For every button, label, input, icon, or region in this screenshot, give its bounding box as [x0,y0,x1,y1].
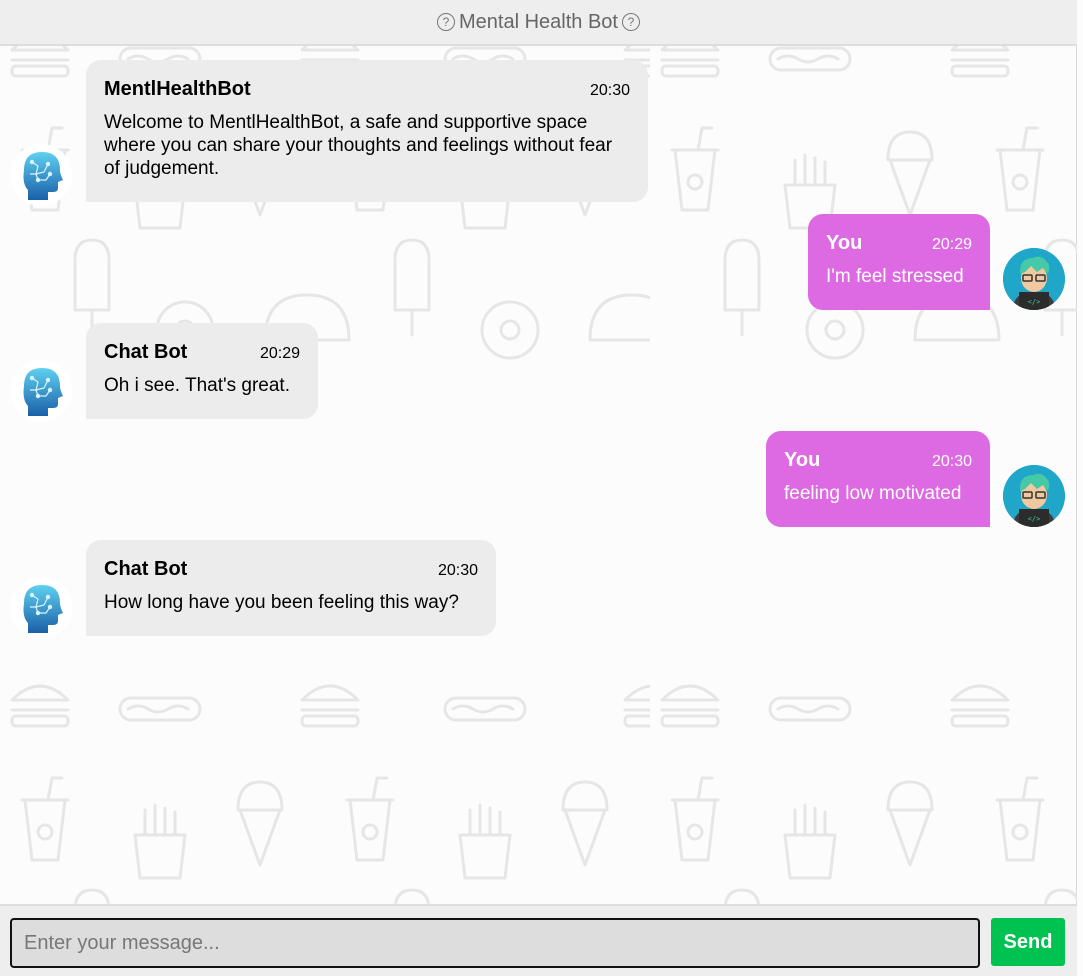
send-button[interactable]: Send [991,918,1065,966]
user-avatar: </> [1003,248,1065,310]
message-sender: You [784,449,821,471]
brain-head-icon [23,368,63,416]
message-time: 20:29 [931,236,972,253]
bot-message: Chat Bot 20:30 How long have you been fe… [86,540,496,636]
user-message: You 20:29 I'm feel stressed [808,214,990,310]
user-avatar: </> [1003,465,1065,527]
message-text: feeling low motivated [784,483,962,504]
coder-avatar-icon: </> [1003,248,1065,310]
chat-window: ? Mental Health Bot ? MentlHealthBot 20:… [0,0,1077,976]
message-text: Welcome to MentlHealthBot, a safe and su… [104,112,613,179]
page-title: Mental Health Bot [459,10,618,33]
message-list[interactable]: MentlHealthBot 20:30 Welcome to MentlHea… [0,46,1077,904]
message-time: 20:30 [437,562,478,579]
user-message: You 20:30 feeling low motivated [766,431,990,527]
bot-avatar [10,577,72,639]
brain-head-icon [23,585,63,633]
message-sender: You [826,232,863,254]
message-sender: MentlHealthBot [104,78,251,100]
help-icon: ? [437,13,455,31]
bot-message: Chat Bot 20:29 Oh i see. That's great. [86,323,318,419]
bot-avatar [10,360,72,422]
message-time: 20:30 [931,453,972,470]
composer: Send [0,904,1077,976]
message-sender: Chat Bot [104,341,188,363]
svg-text:</>: </> [1028,298,1041,306]
bot-avatar [10,144,72,206]
chat-header: ? Mental Health Bot ? [0,0,1077,46]
help-icon: ? [621,13,640,31]
message-text: I'm feel stressed [826,266,964,287]
message-time: 20:30 [589,82,630,99]
coder-avatar-icon: </> [1003,465,1065,527]
message-input[interactable] [10,918,980,968]
bot-message: MentlHealthBot 20:30 Welcome to MentlHea… [86,60,648,202]
brain-head-icon [23,152,63,200]
message-time: 20:29 [259,345,300,362]
svg-text:</>: </> [1028,515,1041,523]
message-sender: Chat Bot [104,558,188,580]
message-text: Oh i see. That's great. [104,375,290,396]
message-text: How long have you been feeling this way? [104,592,459,613]
